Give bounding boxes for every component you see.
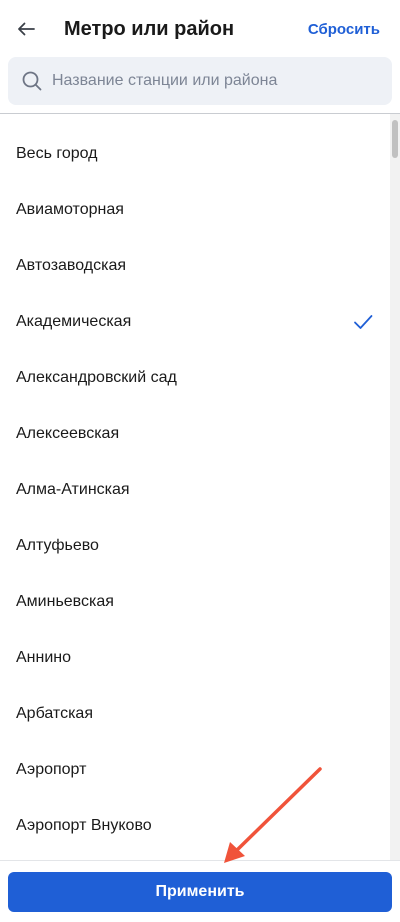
list-item-label: Алтуфьево bbox=[16, 537, 99, 554]
search-bar bbox=[8, 57, 392, 105]
list-item[interactable]: Александровский сад bbox=[0, 350, 390, 406]
list-item[interactable]: Авиамоторная bbox=[0, 182, 390, 238]
back-button[interactable] bbox=[10, 14, 42, 44]
header: Метро или район Сбросить bbox=[0, 0, 400, 58]
scrollbar-thumb[interactable] bbox=[392, 120, 398, 158]
page-title: Метро или район bbox=[64, 18, 235, 40]
apply-button[interactable]: Применить bbox=[8, 872, 392, 912]
search-icon bbox=[22, 71, 42, 91]
list-item-label: Академическая bbox=[16, 313, 132, 330]
list-item-label: Арбатская bbox=[16, 705, 93, 722]
list-item-label: Аэропорт Внуково bbox=[16, 817, 152, 834]
list-item[interactable]: Аэропорт Внуково bbox=[0, 798, 390, 854]
search-input[interactable] bbox=[52, 57, 382, 105]
list-item-label: Александровский сад bbox=[16, 369, 177, 386]
checkmark-icon bbox=[354, 315, 373, 329]
list-item[interactable]: Алтуфьево bbox=[0, 518, 390, 574]
list-item-selected[interactable]: Академическая bbox=[0, 294, 390, 350]
list-item[interactable]: Аминьевская bbox=[0, 574, 390, 630]
list-item[interactable]: Автозаводская bbox=[0, 238, 390, 294]
list-item-label: Авиамоторная bbox=[16, 201, 124, 218]
list-item-label: Аминьевская bbox=[16, 593, 114, 610]
list-item-label: Аннино bbox=[16, 649, 72, 666]
list-item-label: Весь город bbox=[16, 145, 98, 162]
arrow-left-icon bbox=[18, 22, 35, 36]
list-item[interactable]: Аэропорт bbox=[0, 742, 390, 798]
list-item-label: Алма-Атинская bbox=[16, 481, 130, 498]
list-item-label: Аэропорт bbox=[16, 761, 87, 778]
footer: Применить bbox=[0, 860, 400, 922]
list-item[interactable]: Весь город bbox=[0, 126, 390, 182]
list-item[interactable]: Алексеевская bbox=[0, 406, 390, 462]
list-item[interactable]: Алма-Атинская bbox=[0, 462, 390, 518]
reset-button[interactable]: Сбросить bbox=[308, 20, 380, 40]
list-item[interactable]: Арбатская bbox=[0, 686, 390, 742]
scrollbar[interactable] bbox=[390, 114, 400, 860]
list-item-label: Алексеевская bbox=[16, 425, 120, 442]
list-item-label: Автозаводская bbox=[16, 257, 127, 274]
station-list: Весь город Авиамоторная Автозаводская Ак… bbox=[0, 114, 390, 860]
list-item[interactable]: Аннино bbox=[0, 630, 390, 686]
